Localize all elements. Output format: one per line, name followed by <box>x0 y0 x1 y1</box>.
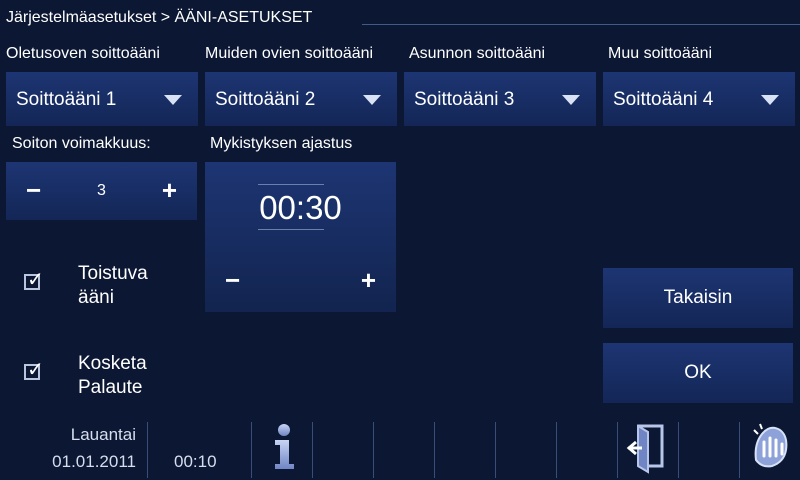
touch-feedback-label: Kosketa Palaute <box>78 353 147 398</box>
day-label: Lauantai <box>70 425 136 444</box>
apartment-ringtone-dropdown[interactable]: Soittoääni 3 <box>404 72 596 126</box>
cleaning-hand-icon[interactable] <box>748 418 794 474</box>
time-divider-top <box>258 184 324 185</box>
dropdown-value: Soittoääni 3 <box>414 89 515 110</box>
back-button[interactable]: Takaisin <box>603 268 793 328</box>
divider <box>251 422 252 478</box>
ok-button[interactable]: OK <box>603 343 793 403</box>
volume-stepper: − 3 + <box>6 162 197 220</box>
mute-timer-value: 00:30 <box>259 189 342 226</box>
volume-increase-button[interactable]: + <box>162 176 177 204</box>
divider <box>434 422 435 478</box>
divider <box>312 422 313 478</box>
info-icon[interactable] <box>262 418 306 474</box>
breadcrumb: Järjestelmäasetukset > ÄÄNI-ASETUKSET <box>6 9 313 26</box>
mute-decrease-button[interactable]: − <box>225 266 240 294</box>
chevron-down-icon <box>562 95 580 105</box>
checkbox-box: ✓ <box>24 360 44 380</box>
mute-timer-label: Mykistyksen ajastus <box>210 135 353 152</box>
volume-label: Soiton voimakkuus: <box>12 135 151 152</box>
divider <box>617 422 618 478</box>
clock-label: 00:10 <box>174 452 217 471</box>
date-label: 01.01.2011 <box>52 452 136 471</box>
other-ringtone-dropdown[interactable]: Soittoääni 4 <box>603 72 795 126</box>
dropdown-value: Soittoääni 2 <box>215 89 316 110</box>
chevron-down-icon <box>164 95 182 105</box>
divider <box>678 422 679 478</box>
exit-door-icon[interactable] <box>624 418 672 474</box>
divider <box>373 422 374 478</box>
divider <box>556 422 557 478</box>
check-icon: ✓ <box>27 359 44 381</box>
default-door-ringtone-label: Oletusoven soittoääni <box>6 45 160 62</box>
other-doors-ringtone-dropdown[interactable]: Soittoääni 2 <box>205 72 397 126</box>
status-bar: Lauantai 01.01.2011 00:10 <box>0 418 800 480</box>
divider <box>495 422 496 478</box>
repeat-sound-label: Toistuva ääni <box>78 263 148 308</box>
apartment-ringtone-label: Asunnon soittoääni <box>409 45 546 62</box>
mute-timer-panel: 00:30 − + <box>205 162 396 312</box>
chevron-down-icon <box>363 95 381 105</box>
mute-increase-button[interactable]: + <box>361 266 376 294</box>
divider <box>739 422 740 478</box>
divider <box>147 422 148 478</box>
default-door-ringtone-dropdown[interactable]: Soittoääni 1 <box>6 72 198 126</box>
other-ringtone-label: Muu soittoääni <box>608 45 713 62</box>
time-divider-bottom <box>258 229 324 230</box>
dropdown-value: Soittoääni 1 <box>16 89 117 110</box>
dropdown-value: Soittoääni 4 <box>613 89 714 110</box>
chevron-down-icon <box>761 95 779 105</box>
check-icon: ✓ <box>27 269 44 291</box>
checkbox-box: ✓ <box>24 270 44 290</box>
header-divider <box>362 24 800 25</box>
other-doors-ringtone-label: Muiden ovien soittoääni <box>205 45 374 62</box>
